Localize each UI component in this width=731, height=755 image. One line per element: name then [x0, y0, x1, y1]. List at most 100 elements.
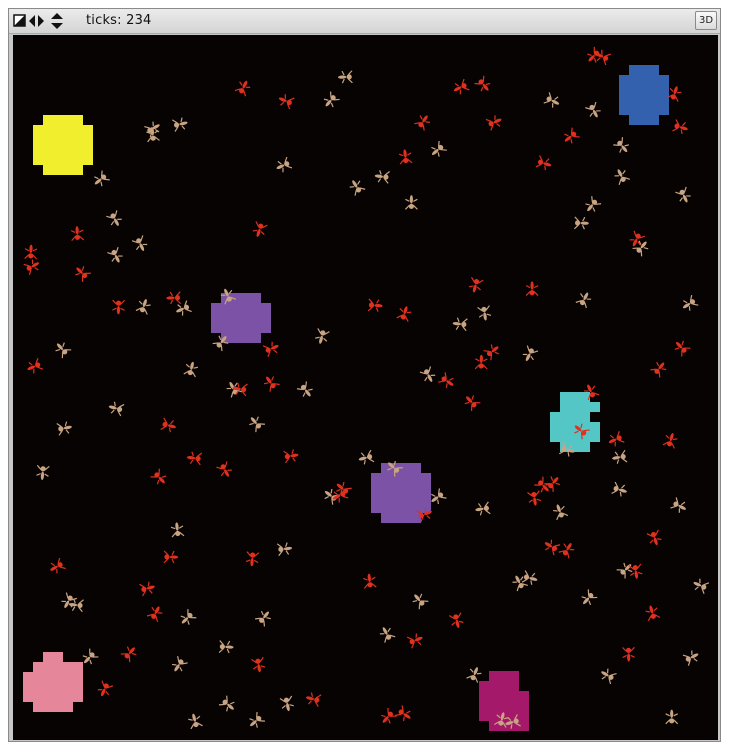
tan-ant — [135, 299, 151, 315]
tan-ant — [107, 246, 123, 263]
tan-ant — [543, 92, 560, 108]
red-ant — [558, 543, 575, 559]
tan-ant — [404, 195, 418, 210]
red-ant — [24, 244, 38, 260]
red-ant — [75, 266, 91, 282]
tan-ant — [94, 170, 110, 187]
blue-patch — [619, 65, 669, 125]
red-ant — [363, 573, 377, 589]
red-ant — [278, 94, 295, 110]
zoom-toggle-icon[interactable] — [13, 13, 27, 29]
tan-ant — [682, 650, 699, 666]
red-ant — [406, 633, 423, 649]
tan-ant — [255, 610, 271, 627]
tan-ant — [338, 70, 353, 84]
tan-ant — [296, 381, 313, 397]
magenta-patch — [479, 671, 529, 731]
red-ant — [367, 298, 383, 312]
tan-ant — [614, 169, 631, 185]
red-ant — [650, 361, 667, 378]
tan-ant — [276, 542, 293, 557]
red-ant — [448, 612, 464, 628]
red-ant — [252, 221, 268, 237]
speed-arrows-icon[interactable] — [50, 13, 66, 30]
tan-ant — [323, 91, 340, 108]
step-arrows-icon[interactable] — [29, 13, 45, 29]
red-ant — [216, 461, 232, 477]
red-ant — [414, 115, 431, 131]
world-canvas — [23, 46, 710, 731]
tan-ant — [56, 421, 72, 436]
red-ant — [381, 707, 397, 724]
red-ant — [525, 281, 539, 297]
tan-ant — [379, 627, 396, 643]
tan-ant — [477, 305, 492, 321]
ticks-counter: ticks: 234 — [86, 13, 152, 28]
red-ant — [70, 226, 85, 242]
tan-ant — [665, 709, 679, 725]
red-ant — [120, 646, 137, 663]
red-ant — [468, 276, 484, 293]
red-ant — [535, 155, 552, 171]
red-ant — [150, 468, 167, 485]
tan-ant — [682, 295, 699, 311]
tan-ant — [581, 589, 598, 606]
red-ant — [112, 299, 126, 315]
red-ant — [398, 149, 413, 165]
red-ant — [485, 115, 502, 131]
tan-ant — [374, 170, 390, 184]
tan-ant — [188, 713, 203, 730]
tan-ant — [276, 156, 293, 173]
tan-ant — [585, 196, 602, 212]
tan-ant — [218, 695, 235, 712]
view-toolbar: ticks: 234 3D — [9, 9, 720, 34]
tan-ant — [249, 712, 265, 728]
tan-ant — [170, 522, 185, 538]
red-ant — [163, 550, 179, 564]
tan-ant — [315, 328, 330, 344]
red-ant — [483, 344, 500, 361]
red-ant — [166, 291, 182, 305]
tan-ant — [616, 562, 633, 579]
purple-patch-upper — [211, 293, 271, 343]
tan-ant — [431, 140, 447, 157]
tan-ant — [475, 501, 491, 516]
tan-ant — [358, 449, 375, 465]
tan-ant — [218, 640, 234, 654]
red-ant — [564, 127, 580, 144]
red-ant — [245, 551, 260, 567]
red-ant — [263, 376, 280, 392]
tan-ant — [521, 570, 538, 585]
tan-ant — [180, 609, 197, 625]
tan-ant — [611, 481, 627, 497]
tan-ant — [55, 342, 72, 359]
red-ant — [283, 449, 299, 464]
red-ant — [527, 490, 542, 506]
tan-ant — [522, 345, 539, 361]
red-ant — [186, 451, 203, 466]
tan-ant — [279, 695, 294, 712]
view-3d-button[interactable]: 3D — [695, 11, 717, 30]
red-ant — [160, 417, 176, 433]
tan-ant — [675, 186, 691, 203]
tan-ant — [183, 361, 198, 378]
tan-ant — [131, 235, 148, 251]
red-ant — [474, 75, 491, 92]
red-ant — [23, 259, 40, 276]
yellow-patch — [33, 115, 93, 175]
red-ant — [474, 354, 488, 370]
red-ant — [666, 86, 682, 102]
red-ant — [662, 432, 678, 449]
red-ant — [544, 539, 561, 556]
red-ant — [305, 692, 322, 707]
world-view[interactable] — [13, 35, 718, 740]
red-ant — [262, 341, 279, 358]
tan-ant — [108, 401, 125, 417]
red-ant — [646, 529, 662, 546]
tan-ant — [553, 504, 569, 521]
red-ant — [139, 581, 155, 597]
tan-ant — [601, 668, 617, 685]
red-ant — [395, 705, 411, 722]
tan-ant — [176, 300, 192, 316]
tan-ant — [575, 292, 592, 309]
